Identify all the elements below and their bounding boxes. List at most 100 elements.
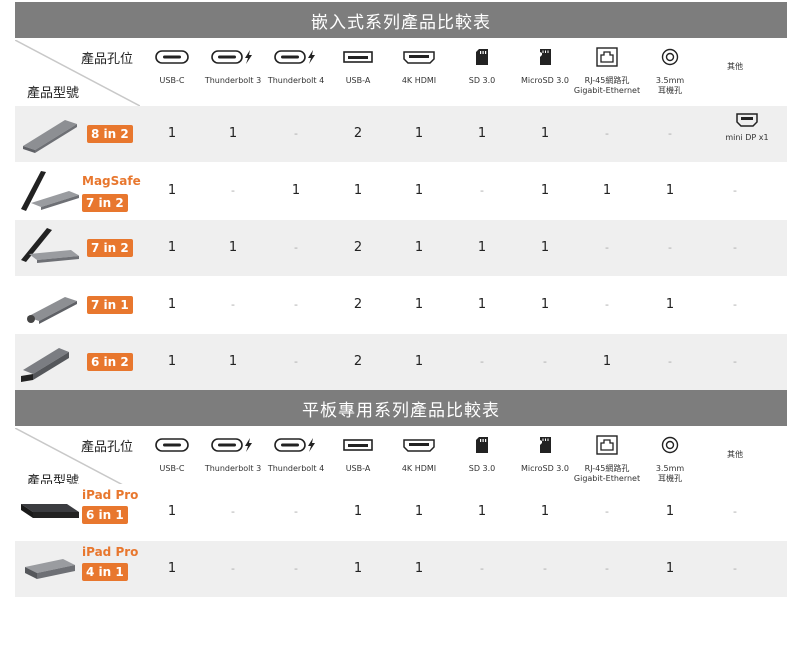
port-count-cell: - <box>231 562 235 575</box>
port-count-cell: 1 <box>602 354 612 369</box>
port-count-cell: 1 <box>602 183 612 198</box>
port-count-cell: - <box>733 241 737 254</box>
section-2-title: 平板專用系列產品比較表 <box>302 400 500 421</box>
usb-c-icon <box>142 434 202 456</box>
product-image <box>19 547 81 591</box>
port-count-cell: 1 <box>414 126 424 141</box>
port-count-cell: 1 <box>228 240 238 255</box>
port-count-cell: - <box>480 355 484 368</box>
table-row: MagSafe 7 in 2 1 - 1 1 1 - 1 1 1 - <box>15 163 787 219</box>
product-model-badge: 6 in 2 <box>87 353 133 371</box>
port-count-cell: 1 <box>167 240 177 255</box>
port-count-cell: 1 <box>167 354 177 369</box>
table-1-header: 產品孔位 產品型號 USB-C Thunderbolt 3 Thunderbolt 4U… <box>15 40 787 106</box>
product-model-badge: 7 in 1 <box>87 296 133 314</box>
port-count-cell: 2 <box>353 126 363 141</box>
port-count-cell: - <box>668 241 672 254</box>
column-header-usb-a: USB-A <box>328 40 388 106</box>
sd-card-icon <box>452 46 512 68</box>
port-count-cell: 1 <box>414 297 424 312</box>
port-count-cell: - <box>605 127 609 140</box>
column-header-usb-c: USB-C <box>142 40 202 106</box>
column-header-ethernet: RJ-45網路孔 Gigabit-Ethernet <box>574 40 640 106</box>
table-row: 8 in 2 1 1 - 2 1 1 1 - - mini DP x1 <box>15 106 787 162</box>
port-count-cell: - <box>231 505 235 518</box>
port-count-cell: 1 <box>228 354 238 369</box>
port-count-cell: - <box>733 184 737 197</box>
port-count-cell: - <box>480 184 484 197</box>
table-row: iPad Pro 6 in 1 1 - - 1 1 1 1 - 1 - <box>15 484 787 540</box>
section-1-banner: 嵌入式系列產品比較表 <box>15 2 787 38</box>
port-count-cell: 2 <box>353 354 363 369</box>
port-count-cell: 1 <box>353 504 363 519</box>
port-count-cell: - <box>668 355 672 368</box>
port-count-cell: - <box>294 355 298 368</box>
microsd-card-icon <box>515 46 575 68</box>
column-name: 3.5mm <box>655 464 685 473</box>
section-1-title: 嵌入式系列產品比較表 <box>311 12 491 33</box>
column-header-hdmi: 4K HDMI <box>389 40 449 106</box>
product-model-badge: 7 in 2 <box>87 239 133 257</box>
product-title: iPad Pro <box>82 545 139 559</box>
section-2-banner: 平板專用系列產品比較表 <box>15 390 787 426</box>
port-count-cell: - <box>294 298 298 311</box>
table-row: 7 in 1 1 - - 2 1 1 1 - 1 - <box>15 277 787 333</box>
port-count-cell: - <box>668 127 672 140</box>
port-count-cell: - <box>294 127 298 140</box>
port-count-cell: - <box>605 562 609 575</box>
column-subname: 耳機孔 <box>658 86 682 95</box>
port-count-cell: - <box>543 355 547 368</box>
column-name: 其他 <box>727 62 743 71</box>
product-model-badge: 6 in 1 <box>82 506 128 524</box>
product-image <box>19 283 81 327</box>
port-count-cell: 1 <box>540 240 550 255</box>
thunderbolt-3-icon <box>203 46 263 68</box>
mini-displayport-icon <box>717 112 777 131</box>
port-count-cell: 1 <box>414 561 424 576</box>
thunderbolt-3-icon <box>203 434 263 456</box>
usb-a-icon <box>328 434 388 456</box>
table-row: 6 in 2 1 1 - 2 1 - - 1 - - <box>15 334 787 390</box>
port-count-cell: 1 <box>540 297 550 312</box>
product-title: MagSafe <box>82 174 141 188</box>
port-count-cell: 1 <box>353 183 363 198</box>
port-count-cell: 1 <box>540 126 550 141</box>
port-label: 產品孔位 <box>81 440 134 455</box>
ethernet-icon <box>577 434 637 456</box>
port-count-cell: - <box>605 298 609 311</box>
port-count-cell: 1 <box>414 183 424 198</box>
port-count-cell: - <box>733 505 737 518</box>
column-name: 3.5mm <box>655 76 685 85</box>
port-count-cell: 1 <box>167 126 177 141</box>
extra-port-label: mini DP x1 <box>725 133 769 142</box>
usb-c-icon <box>142 46 202 68</box>
port-count-cell: 1 <box>665 183 675 198</box>
column-subname: 耳機孔 <box>658 474 682 483</box>
product-model-badge: 8 in 2 <box>87 125 133 143</box>
port-count-cell: 1 <box>167 561 177 576</box>
thunderbolt-4-icon <box>266 434 326 456</box>
port-count-cell: 1 <box>414 504 424 519</box>
port-count-cell: - <box>605 505 609 518</box>
port-count-cell: 1 <box>228 126 238 141</box>
product-image <box>19 226 81 270</box>
port-count-cell: - <box>733 298 737 311</box>
usb-a-icon <box>328 46 388 68</box>
port-count-cell: 1 <box>477 126 487 141</box>
port-count-cell: 1 <box>665 504 675 519</box>
product-title: iPad Pro <box>82 488 139 502</box>
port-count-cell: - <box>294 505 298 518</box>
port-count-cell: 1 <box>477 504 487 519</box>
ethernet-icon <box>577 46 637 68</box>
hdmi-icon <box>389 46 449 68</box>
port-count-cell: 1 <box>167 297 177 312</box>
port-count-cell: - <box>733 562 737 575</box>
hdmi-icon <box>389 434 449 456</box>
table-row: 7 in 2 1 1 - 2 1 1 1 - - - <box>15 220 787 276</box>
port-count-cell: 1 <box>167 183 177 198</box>
port-count-cell: 1 <box>540 504 550 519</box>
port-count-cell: 1 <box>477 297 487 312</box>
port-count-cell: - <box>733 355 737 368</box>
column-header-sd-card: SD 3.0 <box>452 40 512 106</box>
port-count-cell: - <box>480 562 484 575</box>
